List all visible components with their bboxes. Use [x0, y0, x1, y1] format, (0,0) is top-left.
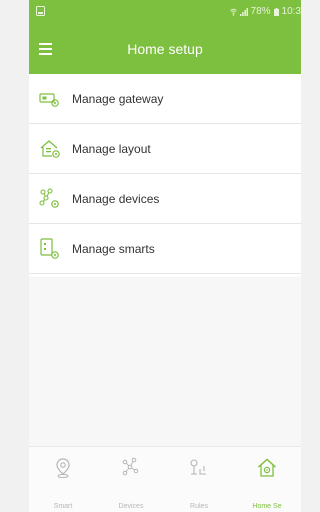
location-pin-icon: [56, 458, 70, 478]
battery-icon: [273, 7, 279, 16]
tab-smart-label: Smart: [53, 503, 73, 510]
home-setup-icon: [258, 458, 276, 477]
tab-home-setup[interactable]: Home Se: [233, 447, 301, 512]
manage-smarts-item[interactable]: Manage smarts: [29, 224, 301, 274]
page-title: Home setup: [127, 41, 203, 57]
manage-devices-item[interactable]: Manage devices: [29, 174, 301, 224]
tab-devices[interactable]: Devices: [97, 447, 165, 512]
app-bar: Home setup: [29, 24, 301, 74]
clock: 10:3: [281, 6, 301, 17]
gateway-icon: [39, 93, 59, 107]
signal-icon: [239, 7, 248, 16]
wifi-icon: [229, 8, 237, 16]
devices-icon: [39, 188, 59, 208]
manage-gateway-label: Manage gateway: [72, 92, 164, 106]
rules-icon: [190, 459, 206, 475]
tab-smart[interactable]: Smart: [29, 447, 97, 512]
setup-menu-list: Manage gateway Manage layout Manage devi…: [29, 74, 301, 274]
manage-layout-item[interactable]: Manage layout: [29, 124, 301, 174]
house-icon: [40, 140, 60, 158]
status-bar: 78% 10:3: [29, 0, 301, 24]
manage-layout-label: Manage layout: [72, 142, 151, 156]
smarts-icon: [40, 238, 59, 259]
tab-home-setup-label: Home Se: [252, 503, 282, 510]
tab-devices-label: Devices: [118, 503, 144, 510]
battery-percent: 78%: [250, 6, 271, 17]
manage-devices-label: Manage devices: [72, 192, 160, 206]
manage-gateway-item[interactable]: Manage gateway: [29, 74, 301, 124]
phone-screen: 78% 10:3 Home setup Manage gateway Manag…: [29, 0, 301, 512]
devices-network-icon: [122, 457, 139, 476]
bottom-tab-bar: Smart Devices Rules Home Se: [29, 446, 301, 512]
tab-rules-label: Rules: [190, 503, 208, 510]
notification-icon: [36, 6, 45, 16]
tab-rules[interactable]: Rules: [165, 447, 233, 512]
manage-smarts-label: Manage smarts: [72, 242, 155, 256]
status-indicators: 78% 10:3: [229, 6, 301, 17]
